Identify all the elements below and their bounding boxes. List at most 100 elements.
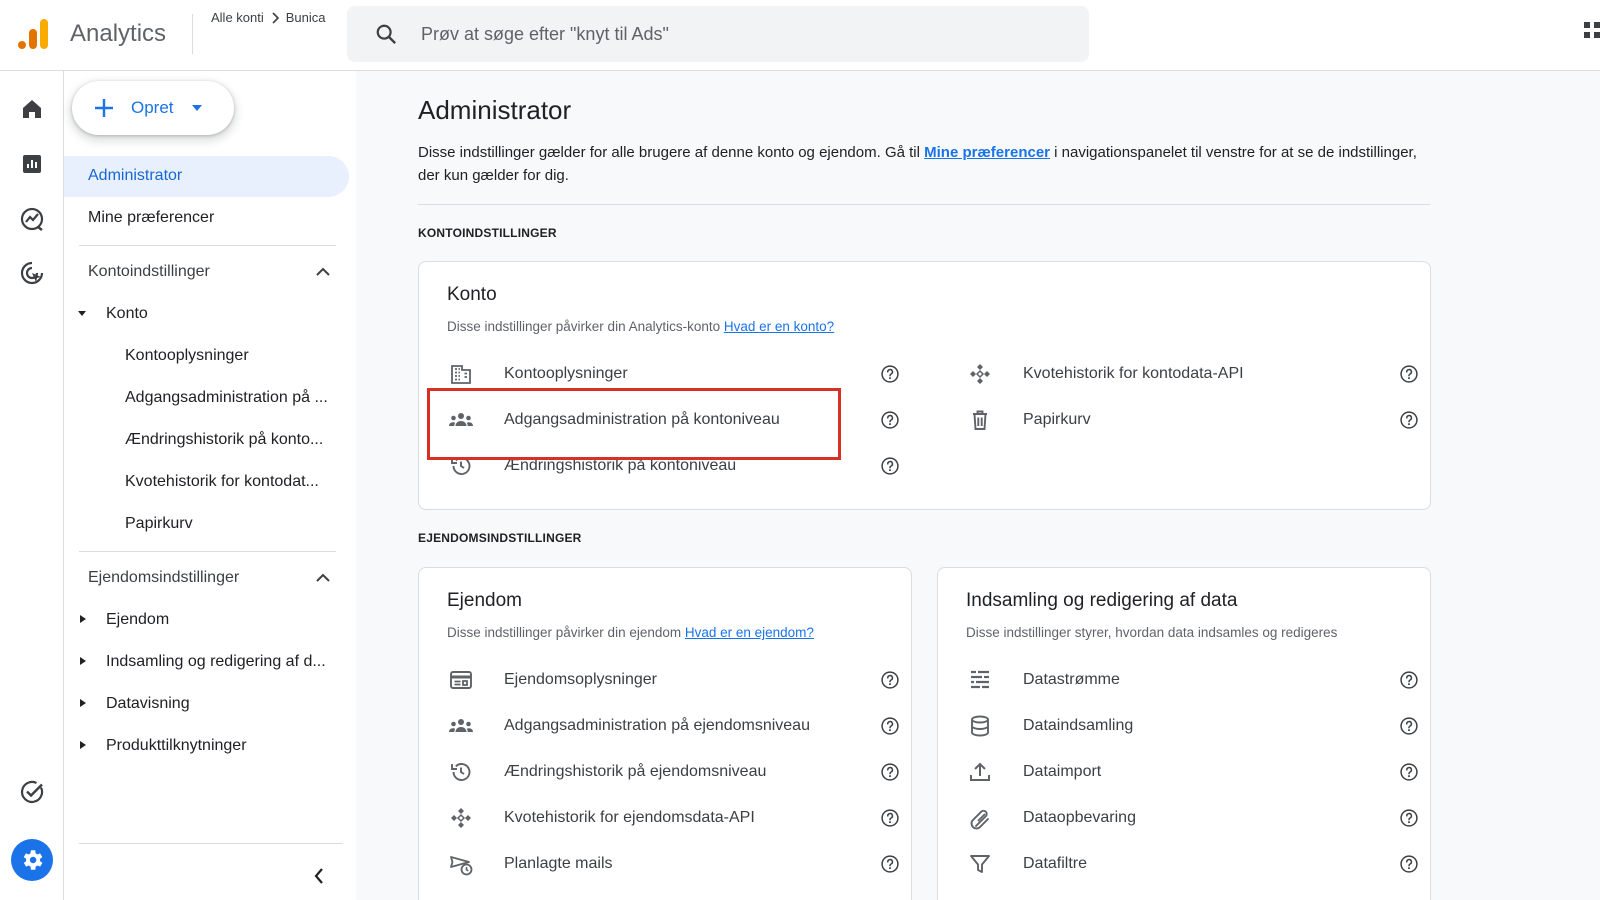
help-icon[interactable]: [1399, 716, 1419, 736]
sidebar-section-account-settings[interactable]: Kontoindstillinger: [88, 263, 210, 281]
page-description: Disse indstillinger gælder for alle brug…: [418, 141, 1428, 187]
create-button[interactable]: Opret: [72, 81, 234, 135]
list-item-label: Kvotehistorik for ejendomsdata-API: [504, 809, 755, 826]
data-card-subtitle: Disse indstillinger styrer, hvordan data…: [966, 625, 1338, 640]
help-icon[interactable]: [880, 456, 900, 476]
explore-icon[interactable]: [16, 203, 48, 235]
list-item-label: Datafiltre: [1023, 855, 1088, 872]
list-item-property-change-history[interactable]: Ændringshistorik på ejendomsniveau: [448, 758, 888, 786]
advertising-icon[interactable]: [16, 257, 48, 289]
collapse-sidebar-icon[interactable]: [314, 868, 324, 884]
sidebar-item-account-details[interactable]: Kontooplysninger: [125, 347, 249, 365]
caret-right-icon[interactable]: [79, 699, 87, 707]
list-item-account-details[interactable]: Kontooplysninger: [448, 360, 888, 388]
search-icon: [376, 24, 397, 45]
help-icon[interactable]: [880, 716, 900, 736]
help-icon[interactable]: [1399, 762, 1419, 782]
list-item-label: Dataindsamling: [1023, 717, 1134, 734]
insights-icon[interactable]: [16, 776, 48, 808]
list-item-label: Kvotehistorik for kontodata-API: [1023, 365, 1244, 382]
sidebar-item-data-collection[interactable]: Indsamling og redigering af d...: [106, 653, 326, 671]
list-item-account-api-quota[interactable]: Kvotehistorik for kontodata-API: [967, 360, 1407, 388]
reports-icon[interactable]: [16, 148, 48, 180]
help-icon[interactable]: [1399, 410, 1419, 430]
list-item-property-details[interactable]: Ejendomsoplysninger: [448, 666, 888, 694]
help-icon[interactable]: [1399, 854, 1419, 874]
list-item-property-access[interactable]: Adgangsadministration på ejendomsniveau: [448, 712, 888, 740]
plus-icon: [95, 99, 113, 117]
list-item-data-filters[interactable]: Datafiltre: [967, 850, 1407, 878]
breadcrumb[interactable]: Alle konti Bunica: [211, 10, 326, 25]
help-icon[interactable]: [880, 364, 900, 384]
list-item-data-import[interactable]: Dataimport: [967, 758, 1407, 786]
help-icon[interactable]: [1399, 670, 1419, 690]
create-button-label: Opret: [131, 98, 174, 117]
people-icon: [448, 714, 474, 738]
what-is-account-link[interactable]: Hvad er en konto?: [724, 319, 834, 334]
what-is-property-link[interactable]: Hvad er en ejendom?: [685, 625, 814, 640]
filter-icon: [967, 852, 993, 876]
help-icon[interactable]: [880, 670, 900, 690]
account-card: Konto Disse indstillinger påvirker din A…: [418, 261, 1431, 510]
sidebar-item-account-access[interactable]: Adgangsadministration på ...: [125, 389, 328, 407]
admin-gear-icon[interactable]: [11, 839, 53, 881]
search-bar[interactable]: Prøv at søge efter "knyt til Ads": [347, 6, 1089, 62]
list-item-label: Adgangsadministration på ejendomsniveau: [504, 717, 810, 734]
list-item-data-retention[interactable]: Dataopbevaring: [967, 804, 1407, 832]
analytics-logo-icon[interactable]: [16, 17, 50, 51]
sidebar-item-product-links[interactable]: Produkttilknytninger: [106, 737, 247, 755]
help-icon[interactable]: [1399, 808, 1419, 828]
sidebar-section-property-settings[interactable]: Ejendomsindstillinger: [88, 569, 239, 587]
account-settings-heading: KONTOINDSTILLINGER: [418, 226, 557, 240]
sidebar-item-property[interactable]: Ejendom: [106, 611, 169, 629]
sidebar-item-account-change-history[interactable]: Ændringshistorik på konto...: [125, 431, 323, 449]
my-preferences-link[interactable]: Mine præferencer: [924, 144, 1050, 161]
title-divider: [192, 14, 193, 54]
caret-right-icon[interactable]: [79, 741, 87, 749]
list-item-data-streams[interactable]: Datastrømme: [967, 666, 1407, 694]
apps-grid-icon[interactable]: [1584, 22, 1600, 46]
highlight-box: [427, 388, 841, 460]
breadcrumb-all-accounts[interactable]: Alle konti: [211, 10, 264, 25]
sidebar-item-account-api-quota[interactable]: Kvotehistorik for kontodat...: [125, 473, 319, 491]
property-card: Ejendom Disse indstillinger påvirker din…: [418, 567, 912, 900]
sidebar-item-account[interactable]: Konto: [106, 305, 148, 323]
section-divider: [418, 204, 1430, 205]
list-item-data-collection[interactable]: Dataindsamling: [967, 712, 1407, 740]
account-card-title: Konto: [447, 284, 497, 305]
sidebar-item-data-display[interactable]: Datavisning: [106, 695, 190, 713]
help-icon[interactable]: [880, 808, 900, 828]
sidebar-divider: [79, 551, 336, 552]
help-icon[interactable]: [880, 762, 900, 782]
caret-down-icon: [191, 105, 202, 111]
chevron-up-icon[interactable]: [316, 573, 330, 582]
breadcrumb-account[interactable]: Bunica: [286, 10, 326, 25]
help-icon[interactable]: [880, 410, 900, 430]
home-icon[interactable]: [16, 93, 48, 125]
description-text: Disse indstillinger gælder for alle brug…: [418, 144, 925, 161]
list-item-label: Papirkurv: [1023, 411, 1091, 428]
database-icon: [967, 714, 993, 738]
list-item-label: Datastrømme: [1023, 671, 1120, 688]
list-item-label: Ændringshistorik på ejendomsniveau: [504, 763, 767, 780]
page-title: Administrator: [418, 95, 572, 125]
api-icon: [448, 806, 474, 830]
sidebar-item-my-preferences[interactable]: Mine præferencer: [88, 209, 214, 227]
sidebar-item-administrator[interactable]: Administrator: [88, 167, 182, 185]
caret-right-icon[interactable]: [79, 615, 87, 623]
trash-icon: [967, 408, 993, 432]
list-item-scheduled-emails[interactable]: Planlagte mails: [448, 850, 888, 878]
help-icon[interactable]: [1399, 364, 1419, 384]
list-item-property-api-quota[interactable]: Kvotehistorik for ejendomsdata-API: [448, 804, 888, 832]
chevron-up-icon[interactable]: [316, 267, 330, 276]
property-card-title: Ejendom: [447, 590, 522, 611]
sidebar-item-trash[interactable]: Papirkurv: [125, 515, 193, 533]
caret-right-icon[interactable]: [79, 657, 87, 665]
caret-down-icon[interactable]: [78, 309, 86, 317]
list-item-label: Dataopbevaring: [1023, 809, 1136, 826]
property-settings-heading: EJENDOMSINDSTILLINGER: [418, 531, 582, 545]
help-icon[interactable]: [880, 854, 900, 874]
list-item-trash[interactable]: Papirkurv: [967, 406, 1407, 434]
search-input[interactable]: Prøv at søge efter "knyt til Ads": [421, 24, 669, 45]
list-item-label: Planlagte mails: [504, 855, 613, 872]
